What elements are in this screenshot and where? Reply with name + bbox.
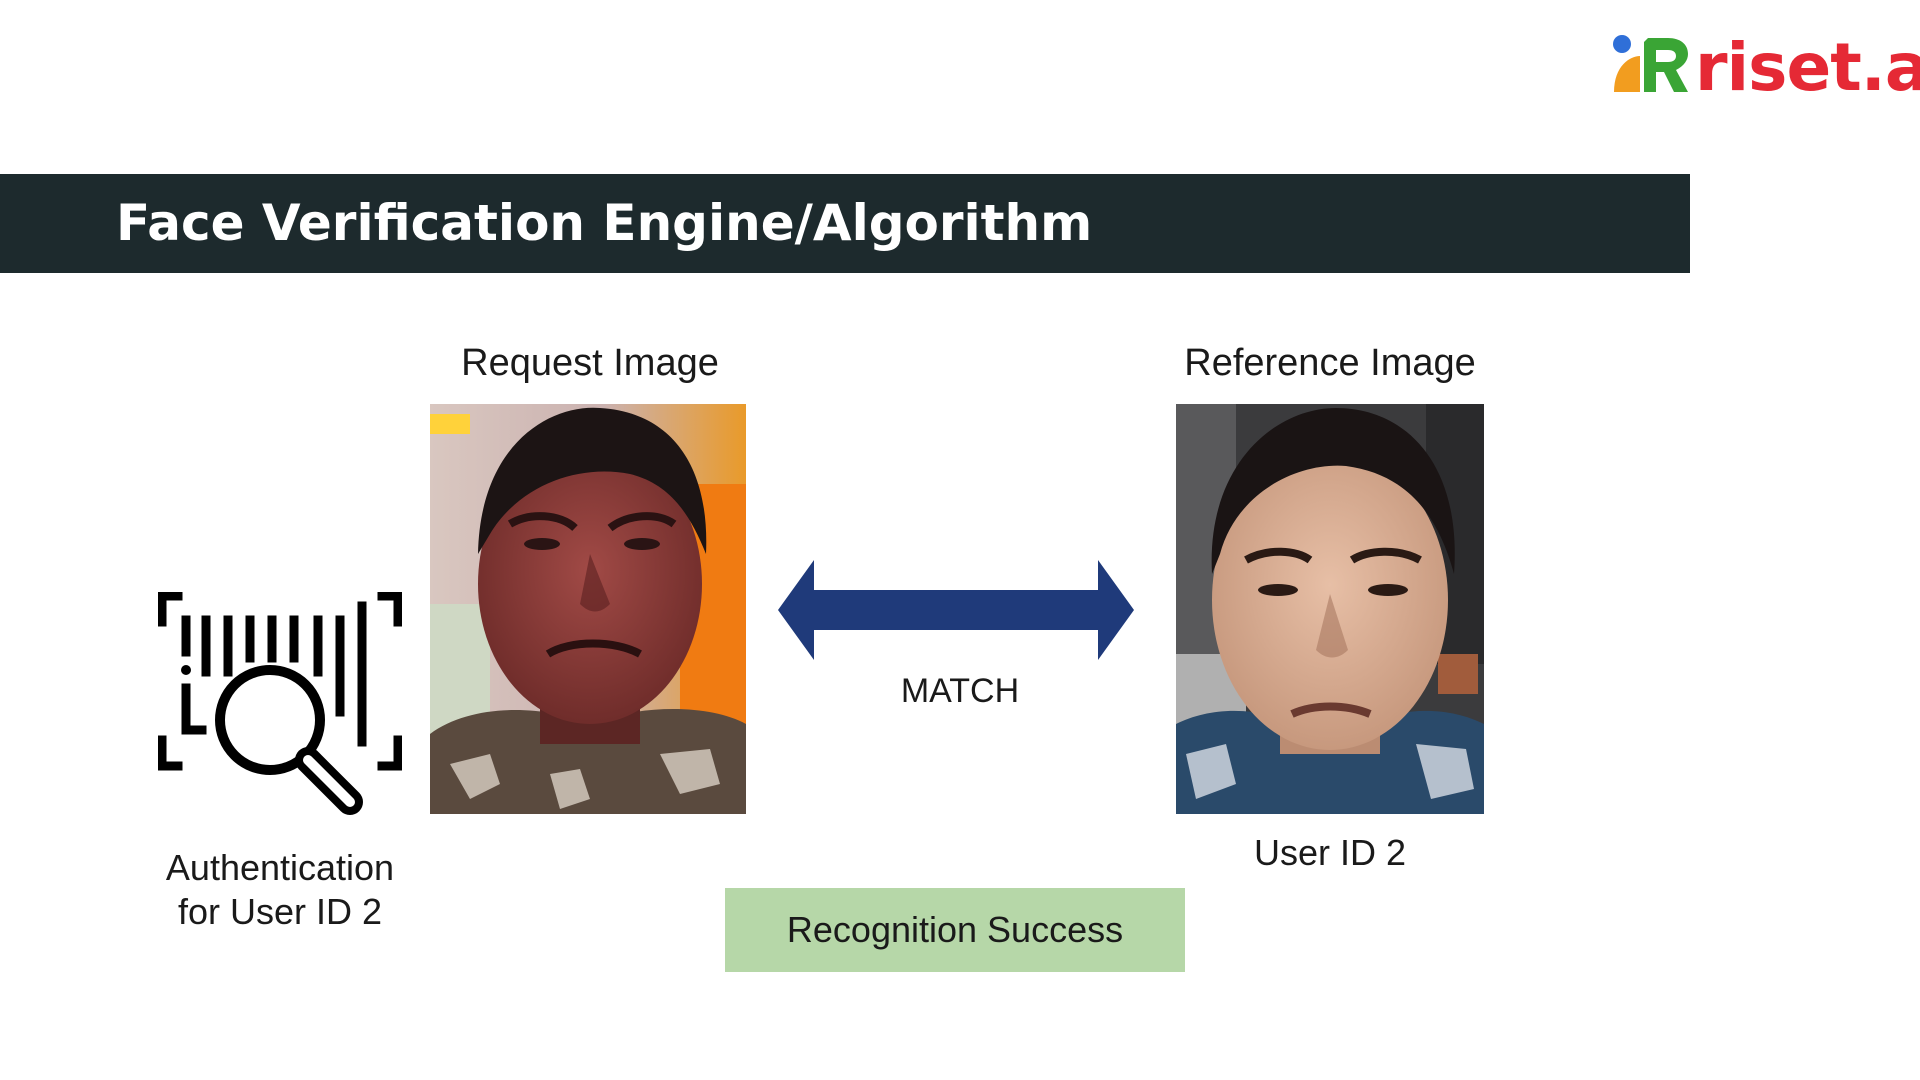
slide-title: Face Verification Engine/Algorithm xyxy=(116,194,1093,252)
recognition-success-badge: Recognition Success xyxy=(725,888,1185,972)
auth-line-2: for User ID 2 xyxy=(177,891,383,932)
authentication-caption: Authentication for User ID 2 xyxy=(140,846,420,934)
user-id-label: User ID 2 xyxy=(1253,832,1407,873)
request-image-caption: Request Image xyxy=(461,342,719,384)
reference-image xyxy=(1176,404,1484,814)
logo-mark-icon xyxy=(1613,35,1688,92)
auth-line-1: Authentication xyxy=(165,847,395,888)
recognition-success-label: Recognition Success xyxy=(786,909,1124,950)
reference-image-caption: Reference Image xyxy=(1184,342,1476,384)
slide: riset.ai Face Verification Engine/Algori… xyxy=(0,0,1920,1080)
title-banner: Face Verification Engine/Algorithm xyxy=(0,174,1690,273)
request-image xyxy=(430,404,746,814)
logo-text: riset.ai xyxy=(1695,29,1920,106)
match-label: MATCH xyxy=(900,672,1020,710)
double-arrow-icon xyxy=(778,560,1134,660)
riset-ai-logo: riset.ai xyxy=(1610,28,1920,108)
barcode-scan-icon xyxy=(158,592,402,815)
